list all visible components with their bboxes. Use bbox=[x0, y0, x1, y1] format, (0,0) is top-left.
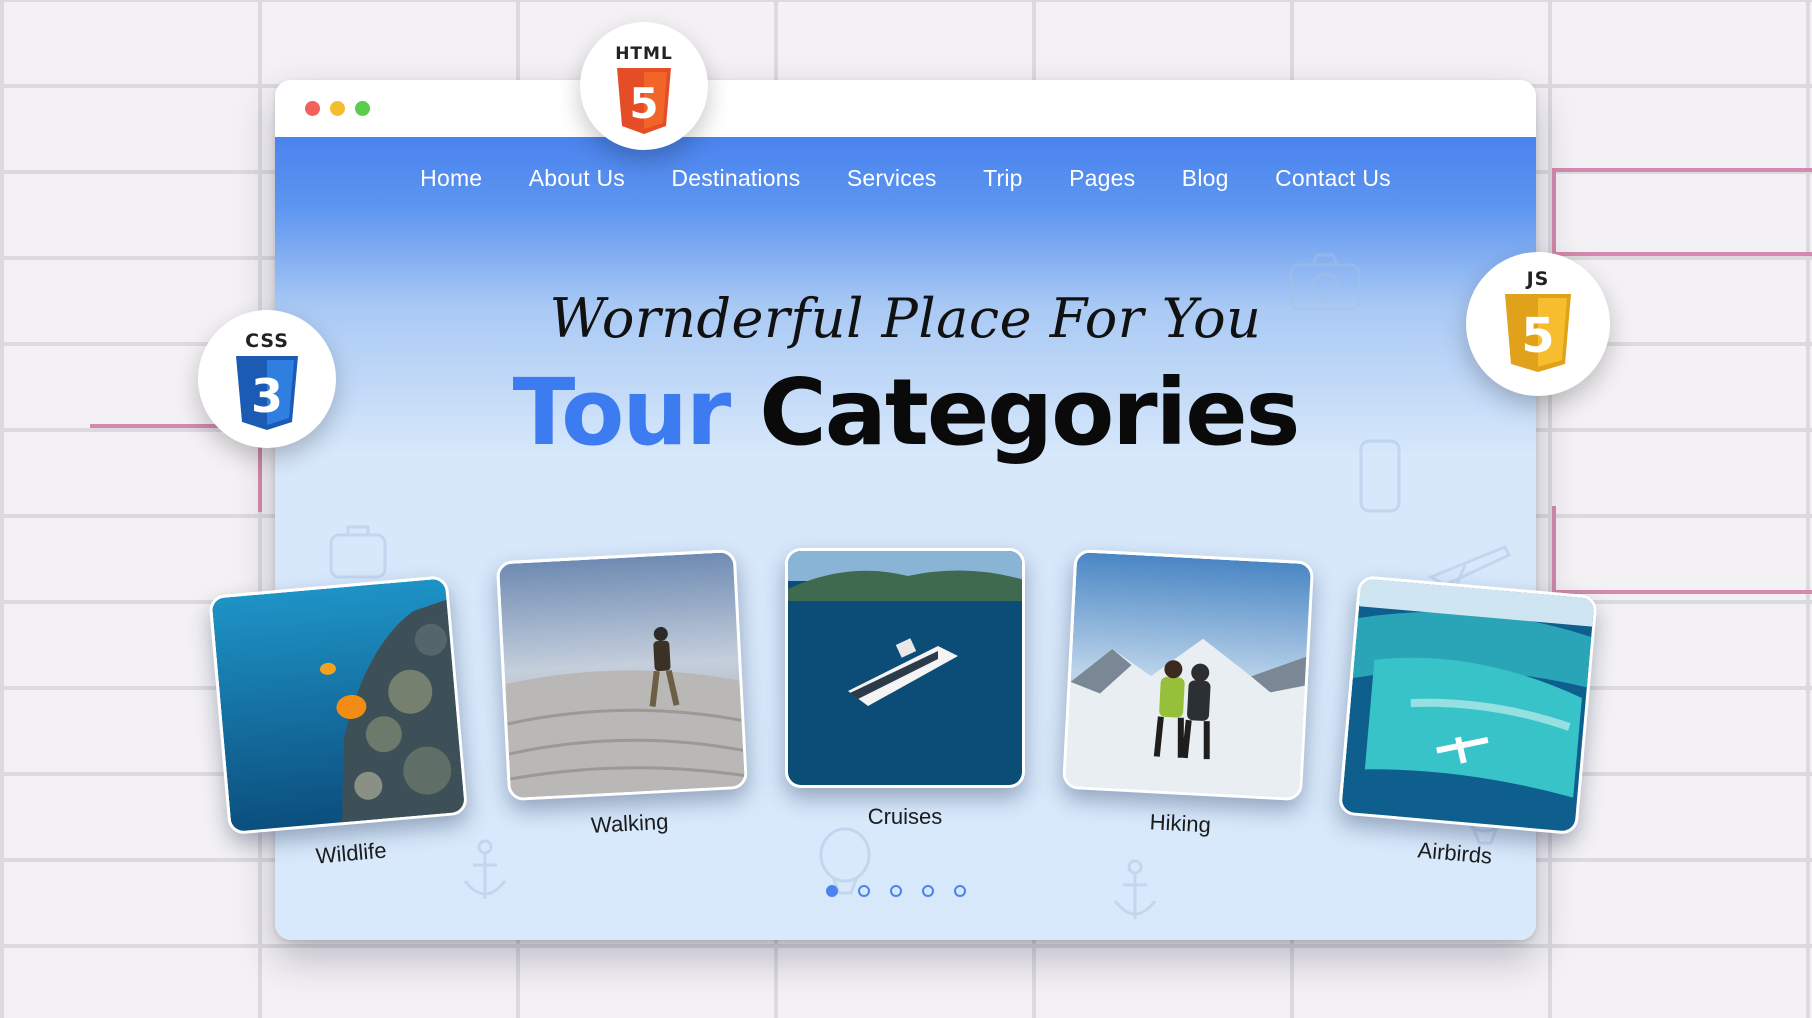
category-card-walking[interactable]: Walking bbox=[495, 548, 750, 843]
js-number: 5 bbox=[1521, 308, 1554, 364]
hero-script-title: Wornderful Place For You bbox=[549, 287, 1262, 350]
maximize-dot[interactable] bbox=[355, 101, 370, 116]
js-badge: JS 5 bbox=[1466, 252, 1610, 396]
html5-badge: HTML 5 bbox=[580, 22, 708, 150]
css3-number: 3 bbox=[251, 369, 283, 423]
page-title-accent: Tour bbox=[512, 359, 732, 466]
coral-reef-photo bbox=[208, 575, 469, 836]
js-label: JS bbox=[1526, 268, 1550, 290]
nav-services-link[interactable]: Services bbox=[847, 165, 937, 192]
pagination-dot-1[interactable] bbox=[826, 885, 838, 897]
carousel-pagination bbox=[826, 884, 986, 902]
mountain-hikers-photo bbox=[1061, 548, 1315, 802]
html5-number: 5 bbox=[629, 79, 658, 128]
pagination-dot-4[interactable] bbox=[922, 885, 934, 897]
nav-about-us-link[interactable]: About Us bbox=[529, 165, 625, 192]
page-title-main: Categories bbox=[759, 359, 1300, 466]
grid-accent-line bbox=[1552, 252, 1812, 256]
category-card-hiking[interactable]: Hiking bbox=[1060, 548, 1315, 843]
css3-label: CSS bbox=[245, 330, 289, 352]
category-card-wildlife[interactable]: Wildlife bbox=[208, 575, 472, 877]
minimize-dot[interactable] bbox=[330, 101, 345, 116]
suitcase-doodle-icon bbox=[329, 525, 387, 579]
window-titlebar bbox=[275, 80, 1536, 137]
nav-trip-link[interactable]: Trip bbox=[983, 165, 1023, 192]
anchor-doodle-icon bbox=[1113, 859, 1157, 919]
pagination-dot-2[interactable] bbox=[858, 885, 870, 897]
main-navigation: Home About Us Destinations Services Trip… bbox=[275, 165, 1536, 192]
html5-label: HTML bbox=[615, 44, 673, 64]
pagination-dot-3[interactable] bbox=[890, 885, 902, 897]
js-shield-icon: 5 bbox=[1505, 294, 1571, 372]
page-title: Tour Categories bbox=[275, 359, 1536, 466]
nav-blog-link[interactable]: Blog bbox=[1182, 165, 1229, 192]
grid-accent-line bbox=[1552, 590, 1812, 594]
grid-accent-line bbox=[1552, 506, 1556, 594]
desert-walker-photo bbox=[495, 548, 749, 802]
grid-accent-line bbox=[1552, 168, 1556, 256]
nav-home-link[interactable]: Home bbox=[420, 165, 482, 192]
category-card-cruises[interactable]: Cruises bbox=[785, 548, 1025, 830]
html5-shield-icon: 5 bbox=[617, 68, 671, 134]
nav-destinations-link[interactable]: Destinations bbox=[671, 165, 800, 192]
seaplane-lagoon-photo bbox=[1337, 575, 1598, 836]
pagination-dot-5[interactable] bbox=[954, 885, 966, 897]
category-card-airbirds[interactable]: Airbirds bbox=[1334, 575, 1598, 877]
nav-pages-link[interactable]: Pages bbox=[1069, 165, 1135, 192]
css3-shield-icon: 3 bbox=[236, 356, 298, 430]
grid-accent-line bbox=[1552, 168, 1812, 172]
cruise-ship-photo bbox=[785, 548, 1025, 788]
category-label-cruises: Cruises bbox=[867, 804, 943, 829]
nav-contact-us-link[interactable]: Contact Us bbox=[1275, 165, 1391, 192]
css3-badge: CSS 3 bbox=[198, 310, 336, 448]
close-dot[interactable] bbox=[305, 101, 320, 116]
